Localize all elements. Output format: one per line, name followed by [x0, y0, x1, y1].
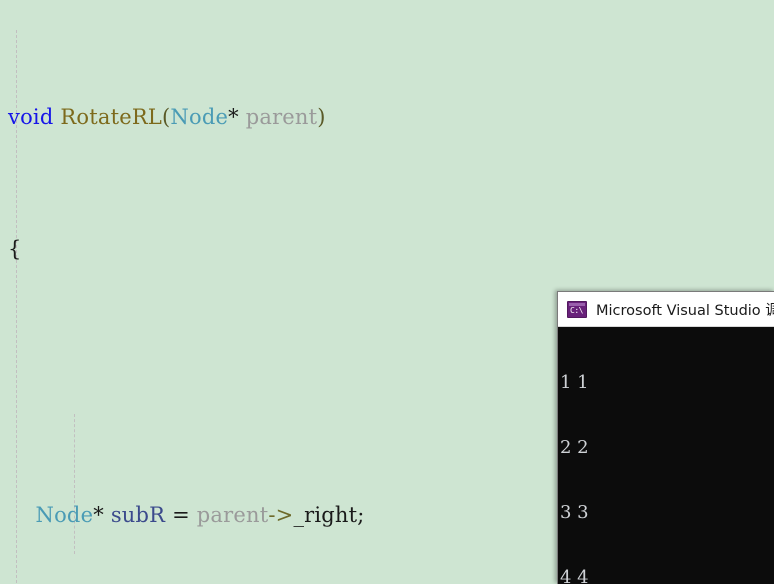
- console-line: 4 4: [560, 566, 589, 584]
- code-text-block[interactable]: void RotateRL(Node* parent) { Node* subR…: [0, 0, 365, 583]
- code-line-blank[interactable]: [8, 366, 365, 399]
- console-line: 2 2: [560, 436, 589, 458]
- console-window-title: Microsoft Visual Studio 调: [596, 302, 774, 319]
- console-line: 1 1: [560, 372, 589, 394]
- debug-console-window[interactable]: Microsoft Visual Studio 调 1 1 2 2 3 3 4 …: [557, 291, 774, 584]
- type-node: Node: [170, 104, 229, 129]
- console-titlebar[interactable]: Microsoft Visual Studio 调: [558, 292, 774, 327]
- brace-open: {: [8, 237, 22, 262]
- punct: *: [228, 104, 239, 129]
- operator-assign: =: [172, 503, 190, 527]
- param-parent: parent: [196, 503, 269, 527]
- code-line[interactable]: void RotateRL(Node* parent): [8, 101, 365, 134]
- keyword-void: void: [8, 104, 54, 129]
- operator-arrow: ->: [268, 503, 294, 527]
- console-app-icon: [567, 300, 587, 318]
- punct: *: [93, 503, 104, 527]
- var-subr: subR: [110, 503, 166, 527]
- param-parent: parent: [245, 104, 318, 129]
- type-node: Node: [35, 503, 94, 527]
- member-right: _right;: [293, 503, 365, 527]
- punct: ): [317, 104, 326, 129]
- console-line: 3 3: [560, 501, 589, 523]
- console-output-area[interactable]: 1 1 2 2 3 3 4 4 5 5 6 6 7 7 14 14 15 15 …: [558, 327, 774, 584]
- code-line[interactable]: Node* subR = parent->_right;: [8, 499, 365, 532]
- code-line[interactable]: {: [8, 233, 365, 266]
- function-name-rotaterl: RotateRL: [60, 104, 162, 129]
